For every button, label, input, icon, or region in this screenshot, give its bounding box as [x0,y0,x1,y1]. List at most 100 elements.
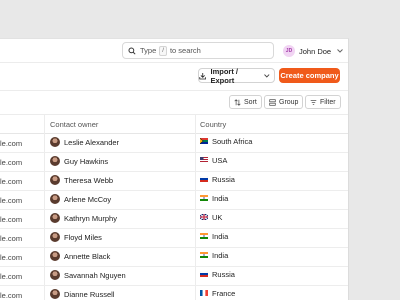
country-cell: South Africa [200,137,252,146]
table-toolbar: Sort Group Filter [0,91,348,115]
download-icon [199,72,207,79]
flag-icon [200,156,212,165]
filter-icon [310,99,317,105]
table-row[interactable]: le.com Kathryn Murphy UK [0,210,348,229]
email-cell: le.com [0,196,23,205]
owner-name: Kathryn Murphy [64,213,117,223]
country-cell: India [200,194,228,203]
owner-cell[interactable]: Annette Black [50,251,110,261]
owner-cell[interactable]: Savannah Nguyen [50,270,126,280]
table-row[interactable]: le.com Dianne Russell France [0,286,348,300]
owner-cell[interactable]: Arlene McCoy [50,194,111,204]
table-header: Contact owner Country [0,115,348,134]
owner-name: Guy Hawkins [64,156,109,166]
group-label: Group [279,98,299,106]
owner-cell[interactable]: Kathryn Murphy [50,213,117,223]
owner-cell[interactable]: Theresa Webb [50,175,113,185]
table-row[interactable]: le.com Leslie Alexander South Africa [0,134,348,153]
search-placeholder-prefix: Type [140,46,157,55]
owner-name: Savannah Nguyen [64,270,126,280]
search-icon [128,46,136,55]
email-cell: le.com [0,158,23,167]
owner-name: Theresa Webb [64,175,114,185]
flag-icon [200,137,212,146]
filter-label: Filter [320,98,336,106]
owner-avatar [50,213,60,223]
country-name: South Africa [212,137,253,146]
table-row[interactable]: le.com Annette Black India [0,248,348,267]
country-name: India [212,194,229,203]
owner-name: Arlene McCoy [64,194,112,204]
owner-avatar [50,270,60,280]
country-cell: USA [200,156,227,165]
flag-icon [200,175,212,184]
group-button[interactable]: Group [264,95,304,109]
chevron-down-icon [264,73,270,78]
flag-icon [200,232,212,241]
email-cell: le.com [0,177,23,186]
flag-icon [200,270,212,279]
owner-avatar [50,251,60,261]
flag-icon [200,251,212,260]
owner-cell[interactable]: Guy Hawkins [50,156,108,166]
email-cell: le.com [0,234,23,243]
import-export-button[interactable]: Import / Export [198,66,275,85]
import-export-label: Import / Export [210,66,238,85]
owner-name: Floyd Miles [64,232,102,242]
column-header-owner[interactable]: Contact owner [50,120,98,129]
owner-name: Leslie Alexander [64,137,120,147]
email-cell: le.com [0,253,23,262]
filter-button[interactable]: Filter [305,95,341,109]
search-input[interactable]: Type / to search [122,42,274,59]
table-row[interactable]: le.com Savannah Nguyen Russia [0,267,348,286]
owner-avatar [50,194,60,204]
sort-icon [234,98,241,106]
create-company-button[interactable]: Create company [279,68,340,83]
country-name: France [212,289,236,298]
owner-cell[interactable]: Dianne Russell [50,289,114,299]
email-cell: le.com [0,139,23,148]
search-shortcut-key: / [159,45,167,56]
email-cell: le.com [0,272,23,281]
user-name: John Doe [299,46,332,56]
sort-label: Sort [244,98,257,106]
table-row[interactable]: le.com Guy Hawkins USA [0,153,348,172]
sort-button[interactable]: Sort [229,95,262,109]
column-header-country[interactable]: Country [200,120,226,129]
email-cell: le.com [0,215,23,224]
owner-avatar [50,175,60,185]
owner-avatar [50,156,60,166]
owner-cell[interactable]: Floyd Miles [50,232,102,242]
group-icon [269,98,276,106]
country-name: Russia [212,270,235,279]
user-menu[interactable]: JD John Doe [283,43,343,59]
app-window: Type / to search JD John Doe Import / Ex… [0,38,349,300]
flag-icon [200,289,212,298]
owner-name: Annette Black [64,251,111,261]
email-cell: le.com [0,291,23,300]
country-name: India [212,251,229,260]
country-name: UK [212,213,223,222]
country-name: India [212,232,229,241]
country-cell: India [200,251,228,260]
country-cell: UK [200,213,222,222]
flag-icon [200,194,212,203]
owner-cell[interactable]: Leslie Alexander [50,137,119,147]
table-row[interactable]: le.com Theresa Webb Russia [0,172,348,191]
table-row[interactable]: le.com Floyd Miles India [0,229,348,248]
owner-avatar [50,232,60,242]
country-cell: Russia [200,175,235,184]
country-cell: France [200,289,235,298]
country-name: USA [212,156,228,165]
owner-name: Dianne Russell [64,289,115,299]
owner-avatar [50,289,60,299]
action-bar: Import / Export Create company [0,63,348,91]
owner-avatar [50,137,60,147]
country-name: Russia [212,175,235,184]
chevron-down-icon [337,49,343,53]
search-placeholder-suffix: to search [169,46,201,55]
top-bar: Type / to search JD John Doe [0,39,348,63]
country-cell: India [200,232,228,241]
flag-icon [200,213,212,222]
table-row[interactable]: le.com Arlene McCoy India [0,191,348,210]
